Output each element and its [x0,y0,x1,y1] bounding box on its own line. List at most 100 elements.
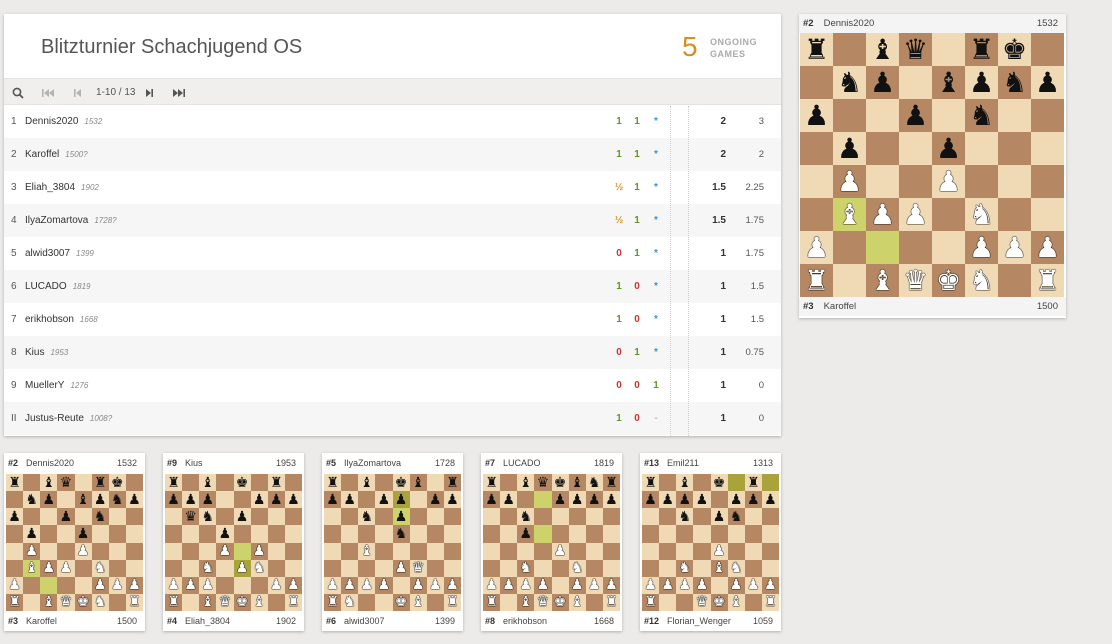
square-c5[interactable] [676,525,694,543]
white-rook-icon[interactable]: ♜ [485,595,498,609]
square-a2[interactable]: ♟ [165,576,183,594]
black-rook-icon[interactable]: ♜ [446,476,459,490]
square-h6[interactable] [125,508,143,526]
chess-board[interactable]: ♜ ♝ ♛ ♜ ♚ ♞ ♟ ♝ ♟ ♞ ♟ ♟ ♟ ♞ ♟ ♟ ♟ ♟ ♝ ♟ ♟ ♞ ♟ ♟ ♟ ♟ ♜ ♝ ♛ ♚ ♞ ♜ [800,33,1064,297]
white-pawn-icon[interactable]: ♟ [661,578,674,592]
black-queen-icon[interactable]: ♛ [184,510,197,524]
square-h3[interactable] [602,559,620,577]
square-g1[interactable] [108,593,126,611]
square-b6[interactable]: ♛ [182,508,200,526]
black-pawn-icon[interactable]: ♟ [287,493,300,507]
black-pawn-icon[interactable]: ♟ [661,493,674,507]
black-pawn-icon[interactable]: ♟ [870,68,895,97]
black-knight-icon[interactable]: ♞ [361,510,374,524]
square-b1[interactable] [500,593,518,611]
square-h8[interactable]: ♜ [443,474,461,492]
white-bishop-icon[interactable]: ♝ [253,595,266,609]
white-pawn-icon[interactable]: ♟ [571,578,584,592]
square-e2[interactable] [392,576,410,594]
square-c8[interactable]: ♝ [517,474,535,492]
black-bishop-icon[interactable]: ♝ [43,476,56,490]
square-d7[interactable] [899,66,932,99]
square-g5[interactable] [585,525,603,543]
black-pawn-icon[interactable]: ♟ [588,493,601,507]
square-g5[interactable] [744,525,762,543]
square-d2[interactable] [57,576,75,594]
square-e6[interactable]: ♟ [392,508,410,526]
square-b2[interactable]: ♟ [659,576,677,594]
player-name[interactable]: MuellerY 1276 [25,380,88,391]
square-g2[interactable]: ♟ [585,576,603,594]
white-pawn-icon[interactable]: ♟ [77,544,90,558]
white-bishop-icon[interactable]: ♝ [412,595,425,609]
square-f3[interactable]: ♞ [568,559,586,577]
square-c7[interactable]: ♟ [676,491,694,509]
square-c7[interactable] [517,491,535,509]
square-g8[interactable]: ♚ [108,474,126,492]
square-f1[interactable]: ♝ [568,593,586,611]
square-e6[interactable]: ♟ [710,508,728,526]
square-f8[interactable] [250,474,268,492]
black-knight-icon[interactable]: ♞ [202,510,215,524]
square-c8[interactable]: ♝ [866,33,899,66]
square-b7[interactable]: ♞ [833,66,866,99]
square-g7[interactable]: ♟ [744,491,762,509]
white-pawn-icon[interactable]: ♟ [395,561,408,575]
square-a4[interactable] [324,542,342,560]
square-h1[interactable]: ♜ [443,593,461,611]
square-a6[interactable] [483,508,501,526]
square-c1[interactable]: ♝ [40,593,58,611]
square-g2[interactable]: ♟ [744,576,762,594]
white-queen-icon[interactable]: ♛ [412,561,425,575]
white-pawn-icon[interactable]: ♟ [969,233,994,262]
square-c6[interactable]: ♞ [199,508,217,526]
black-pawn-icon[interactable]: ♟ [713,510,726,524]
square-b7[interactable]: ♟ [341,491,359,509]
black-king-icon[interactable]: ♚ [236,476,249,490]
square-f6[interactable] [250,508,268,526]
square-d5[interactable] [375,525,393,543]
square-a3[interactable] [483,559,501,577]
white-rook-icon[interactable]: ♜ [287,595,300,609]
square-f3[interactable]: ♞ [250,559,268,577]
square-c1[interactable]: ♝ [866,264,899,297]
square-c5[interactable]: ♟ [517,525,535,543]
square-d3[interactable] [375,559,393,577]
square-c7[interactable]: ♟ [199,491,217,509]
square-c2[interactable]: ♟ [517,576,535,594]
white-pawn-icon[interactable]: ♟ [446,578,459,592]
square-g7[interactable]: ♞ [108,491,126,509]
player-name[interactable]: IlyaZomartova [344,458,401,468]
player-name[interactable]: erikhobson 1668 [25,314,98,325]
white-pawn-icon[interactable]: ♟ [326,578,339,592]
white-pawn-icon[interactable]: ♟ [236,561,249,575]
square-h8[interactable] [125,474,143,492]
square-d8[interactable]: ♛ [534,474,552,492]
square-g8[interactable] [426,474,444,492]
square-h6[interactable] [284,508,302,526]
square-c4[interactable]: ♝ [358,542,376,560]
square-d1[interactable] [375,593,393,611]
square-b2[interactable] [833,231,866,264]
square-e5[interactable]: ♟ [74,525,92,543]
square-g1[interactable] [585,593,603,611]
black-pawn-icon[interactable]: ♟ [520,527,533,541]
white-pawn-icon[interactable]: ♟ [270,578,283,592]
featured-game[interactable]: #2 Dennis2020 1532 ♜ ♝ ♛ ♜ ♚ ♞ ♟ ♝ ♟ ♞ ♟ ♟ ♟ ♞ ♟ ♟ ♟ ♟ ♝ ♟ ♟ ♞ ♟ ♟… [799,14,1066,318]
square-a7[interactable] [6,491,24,509]
next-page-icon[interactable] [138,79,160,106]
square-a3[interactable] [800,198,833,231]
square-g2[interactable]: ♟ [998,231,1031,264]
white-pawn-icon[interactable]: ♟ [43,561,56,575]
square-h5[interactable] [761,525,779,543]
player-name[interactable]: alwid3007 1399 [25,248,94,259]
black-pawn-icon[interactable]: ♟ [77,527,90,541]
square-h7[interactable]: ♟ [284,491,302,509]
square-d5[interactable] [899,132,932,165]
square-c4[interactable] [676,542,694,560]
square-g5[interactable] [267,525,285,543]
square-d2[interactable]: ♟ [693,576,711,594]
square-g2[interactable]: ♟ [108,576,126,594]
square-g4[interactable] [998,165,1031,198]
black-king-icon[interactable]: ♚ [1002,35,1027,64]
